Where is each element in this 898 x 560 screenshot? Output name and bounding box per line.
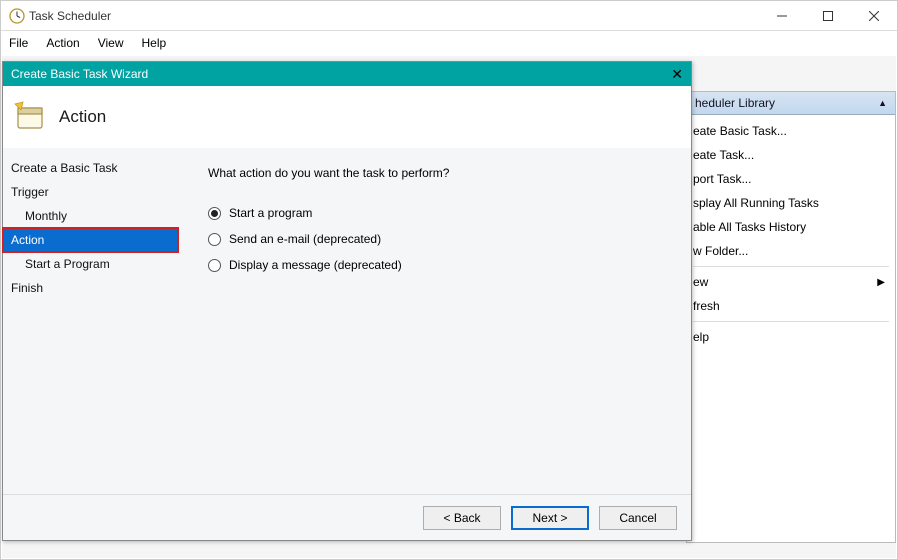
- radio-icon: [208, 259, 221, 272]
- wizard-footer: < Back Next > Cancel: [3, 494, 691, 540]
- wizard-calendar-icon: [13, 100, 47, 134]
- radio-label: Start a program: [229, 206, 312, 220]
- collapse-icon: ▲: [878, 98, 887, 108]
- action-display-running[interactable]: splay All Running Tasks: [687, 191, 895, 215]
- cancel-button[interactable]: Cancel: [599, 506, 677, 530]
- wizard-close-button[interactable]: ✕: [671, 66, 683, 83]
- menu-bar: File Action View Help: [1, 31, 897, 55]
- menu-file[interactable]: File: [9, 36, 28, 50]
- actions-pane-header[interactable]: heduler Library ▲: [687, 92, 895, 115]
- action-enable-history[interactable]: able All Tasks History: [687, 215, 895, 239]
- minimize-button[interactable]: [759, 1, 805, 30]
- radio-icon: [208, 207, 221, 220]
- action-help[interactable]: elp: [687, 325, 895, 349]
- actions-separator: [693, 321, 889, 322]
- main-window: Task Scheduler File Action View Help hed…: [0, 0, 898, 560]
- menu-action[interactable]: Action: [46, 36, 79, 50]
- actions-header-label: heduler Library: [695, 96, 775, 110]
- actions-list: eate Basic Task... eate Task... port Tas…: [687, 115, 895, 353]
- title-bar: Task Scheduler: [1, 1, 897, 31]
- radio-send-email[interactable]: Send an e-mail (deprecated): [208, 232, 673, 246]
- close-button[interactable]: [851, 1, 897, 30]
- create-basic-task-wizard: Create Basic Task Wizard ✕ Action Create…: [2, 61, 692, 541]
- menu-view[interactable]: View: [98, 36, 124, 50]
- actions-pane: heduler Library ▲ eate Basic Task... eat…: [686, 91, 896, 543]
- task-scheduler-icon: [9, 8, 25, 24]
- wizard-steps-list: Create a Basic Task Trigger Monthly Acti…: [3, 148, 178, 494]
- wizard-body: Create a Basic Task Trigger Monthly Acti…: [3, 148, 691, 494]
- step-action[interactable]: Action: [3, 228, 178, 252]
- step-finish[interactable]: Finish: [3, 276, 178, 300]
- radio-label: Display a message (deprecated): [229, 258, 402, 272]
- wizard-title-bar: Create Basic Task Wizard ✕: [3, 62, 691, 86]
- action-view[interactable]: ew▶: [687, 270, 895, 294]
- actions-separator: [693, 266, 889, 267]
- menu-help[interactable]: Help: [142, 36, 167, 50]
- step-start-program[interactable]: Start a Program: [3, 252, 178, 276]
- submenu-arrow-icon: ▶: [877, 277, 885, 288]
- wizard-title: Create Basic Task Wizard: [11, 67, 148, 81]
- window-title: Task Scheduler: [25, 9, 759, 23]
- action-refresh[interactable]: fresh: [687, 294, 895, 318]
- radio-label: Send an e-mail (deprecated): [229, 232, 381, 246]
- action-create-task[interactable]: eate Task...: [687, 143, 895, 167]
- wizard-heading: Action: [59, 107, 106, 127]
- wizard-content: What action do you want the task to perf…: [178, 148, 691, 494]
- window-controls: [759, 1, 897, 30]
- step-trigger[interactable]: Trigger: [3, 180, 178, 204]
- action-new-folder[interactable]: w Folder...: [687, 239, 895, 263]
- next-button[interactable]: Next >: [511, 506, 589, 530]
- wizard-prompt: What action do you want the task to perf…: [208, 166, 673, 180]
- wizard-header: Action: [3, 86, 691, 148]
- radio-icon: [208, 233, 221, 246]
- back-button[interactable]: < Back: [423, 506, 501, 530]
- radio-display-message[interactable]: Display a message (deprecated): [208, 258, 673, 272]
- radio-start-program[interactable]: Start a program: [208, 206, 673, 220]
- step-create-basic[interactable]: Create a Basic Task: [3, 156, 178, 180]
- action-create-basic-task[interactable]: eate Basic Task...: [687, 119, 895, 143]
- step-monthly[interactable]: Monthly: [3, 204, 178, 228]
- action-import-task[interactable]: port Task...: [687, 167, 895, 191]
- maximize-button[interactable]: [805, 1, 851, 30]
